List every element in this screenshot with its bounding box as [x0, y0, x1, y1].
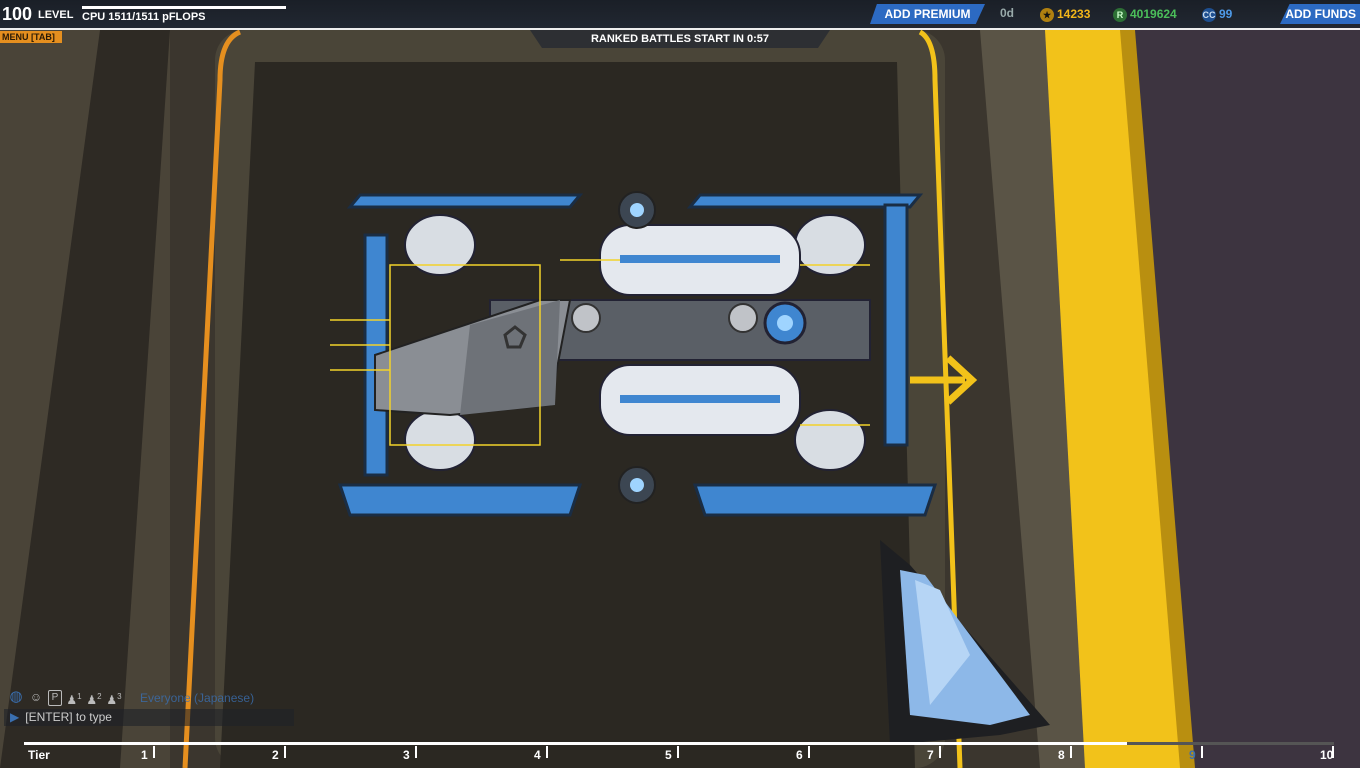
tier-number: 5 [665, 748, 672, 762]
level-label: LEVEL [38, 9, 74, 21]
robits-value: 4019624 [1130, 7, 1177, 21]
tier-tick [546, 746, 548, 758]
robits: R 4019624 [1113, 5, 1177, 23]
cpu-readout: CPU 1511/1511 pFLOPS [82, 11, 206, 23]
robits-icon: R [1113, 7, 1127, 22]
squad-1-label: 1 [77, 692, 82, 701]
squad-1-icon[interactable]: ♟1 [66, 689, 82, 707]
tier-number: 7 [927, 748, 934, 762]
chat-input[interactable]: ▶ [ENTER] to type [4, 709, 294, 726]
tier-tick [284, 746, 286, 758]
tier-number: 6 [796, 748, 803, 762]
cc-value: 99 [1219, 7, 1233, 21]
tier-bar: Tier 1 2 3 4 5 6 7 8 9 10 [24, 740, 1342, 768]
squad-3-icon[interactable]: ♟3 [106, 689, 122, 707]
glass-shard [880, 540, 1050, 745]
tech-points-value: 14233 [1057, 7, 1091, 21]
player-level: 100 [2, 4, 33, 24]
add-premium-button[interactable]: ADD PREMIUM [870, 4, 985, 24]
tier-tick [677, 746, 679, 758]
garage-scene [0, 0, 1360, 768]
add-funds-button[interactable]: ADD FUNDS [1280, 4, 1360, 24]
cc-icon: CC [1202, 7, 1216, 22]
ranked-countdown: RANKED BATTLES START IN 0:57 [530, 30, 830, 48]
tech-points: ★ 14233 [1040, 5, 1090, 23]
tier-number: 10 [1320, 748, 1334, 762]
tier-tick [153, 746, 155, 758]
tier-tick [808, 746, 810, 758]
chat-caret-icon: ▶ [10, 710, 20, 724]
tier-tick [415, 746, 417, 758]
tier-number: 9 [1189, 748, 1196, 762]
tier-number: 4 [534, 748, 541, 762]
menu-button[interactable]: MENU [TAB] [0, 31, 62, 43]
robot-vehicle[interactable] [330, 175, 950, 535]
tier-tick [1070, 746, 1072, 758]
chat-channel-label: Everyone (Japanese) [140, 691, 255, 705]
squad-2-icon[interactable]: ♟2 [86, 689, 102, 707]
tier-progress [24, 742, 1127, 745]
cpu-bar-fill [82, 6, 286, 9]
tier-number: 3 [403, 748, 410, 762]
squad-3-label: 3 [117, 692, 122, 701]
accessibility-icon[interactable]: ☺ [28, 689, 44, 705]
tier-tick [1201, 746, 1203, 758]
star-icon: ★ [1040, 7, 1054, 22]
tier-number: 8 [1058, 748, 1065, 762]
party-icon[interactable]: P [48, 690, 62, 706]
premium-days: 0d [1000, 6, 1015, 20]
tier-tick [939, 746, 941, 758]
chat-channel-icons: ◍ ☺ P ♟1 ♟2 ♟3 [8, 689, 122, 708]
tier-label: Tier [28, 748, 50, 762]
squad-2-label: 2 [97, 692, 102, 701]
cpu-bar [82, 6, 286, 9]
globe-icon[interactable]: ◍ [8, 689, 24, 705]
tier-number: 2 [272, 748, 279, 762]
hud-divider [0, 28, 1360, 30]
top-hud: 100 LEVEL CPU 1511/1511 pFLOPS ADD PREMI… [0, 0, 1360, 30]
tier-number: 1 [141, 748, 148, 762]
chat-placeholder: [ENTER] to type [25, 710, 112, 724]
cosmetic-credits: CC 99 [1202, 5, 1232, 23]
